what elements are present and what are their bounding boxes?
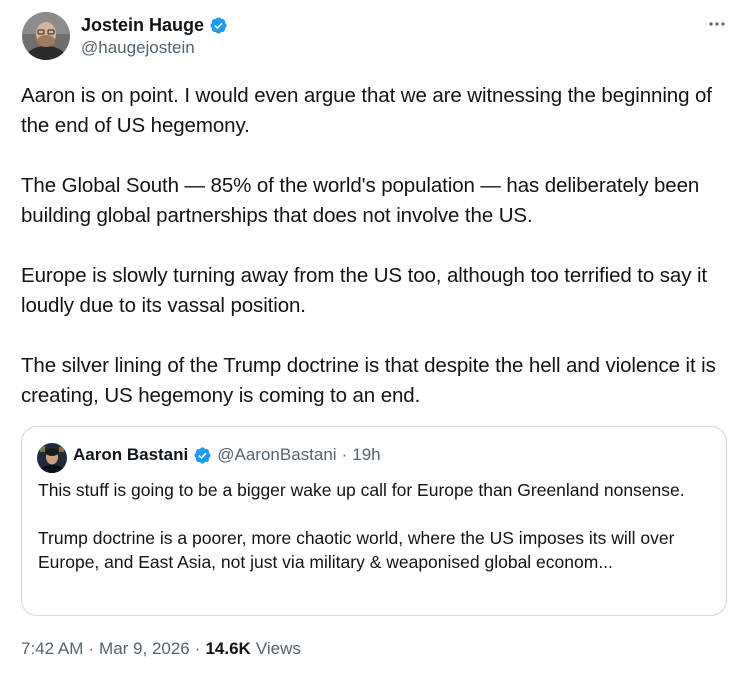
author-name-row: Jostein Hauge	[81, 13, 228, 37]
quoted-display-name[interactable]: Aaron Bastani	[73, 445, 188, 465]
meta-separator: ·	[194, 639, 201, 658]
quoted-tweet-text: This stuff is going to be a bigger wake …	[38, 480, 685, 572]
views-count: 14.6K	[205, 639, 251, 658]
tweet-meta: 7:42 AM · Mar 9, 2026 · 14.6K Views	[21, 639, 301, 659]
more-options-icon[interactable]	[707, 14, 727, 34]
views-label: Views	[255, 639, 301, 658]
quoted-separator: ·	[341, 445, 348, 464]
verified-badge-icon[interactable]	[209, 16, 228, 35]
quoted-verified-badge-icon	[193, 446, 212, 465]
meta-separator: ·	[88, 639, 95, 658]
quoted-author-row: Aaron Bastani @AaronBastani · 19h	[73, 445, 381, 465]
tweet-card: Jostein Hauge @haugejostein Aaron is on …	[0, 0, 749, 682]
author-avatar[interactable]	[22, 12, 70, 60]
quoted-time[interactable]: 19h	[352, 445, 380, 465]
quoted-author-avatar-image	[37, 443, 67, 473]
tweet-date[interactable]: Mar 9, 2026	[99, 639, 190, 659]
quoted-tweet[interactable]: Aaron Bastani @AaronBastani · 19h This s…	[21, 426, 727, 616]
quoted-handle[interactable]: @AaronBastani	[217, 445, 336, 465]
quoted-author-avatar[interactable]	[37, 443, 67, 473]
author-handle[interactable]: @haugejostein	[81, 38, 228, 58]
tweet-time[interactable]: 7:42 AM	[21, 639, 83, 659]
tweet-text: Aaron is on point. I would even argue th…	[21, 84, 716, 407]
author-display-name[interactable]: Jostein Hauge	[81, 15, 204, 36]
author-info: Jostein Hauge @haugejostein	[81, 13, 228, 58]
author-avatar-image	[22, 12, 70, 60]
